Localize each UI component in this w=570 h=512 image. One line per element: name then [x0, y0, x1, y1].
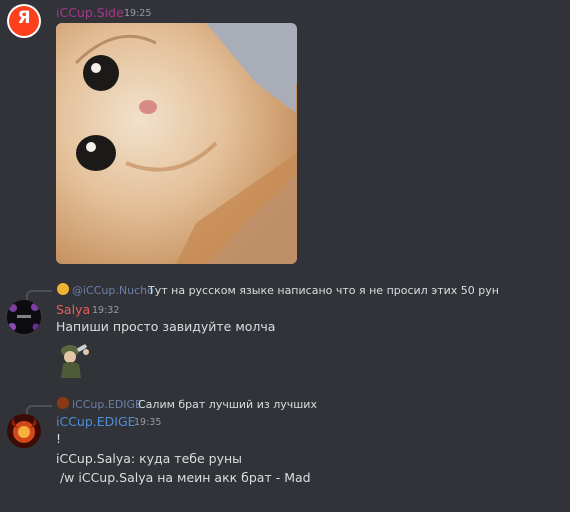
reply-avatar: [57, 397, 69, 409]
username[interactable]: iCCup.EDIGE: [56, 414, 136, 429]
reply-text[interactable]: Тут на русском языке написано что я не п…: [148, 284, 499, 297]
avatar[interactable]: [7, 300, 41, 334]
message-line: iCCup.Salya: куда тебе руны: [56, 451, 243, 466]
timestamp: 19:35: [134, 417, 162, 428]
cat-photo: [56, 23, 297, 264]
reply-mention[interactable]: iCCup.EDIGE: [72, 398, 142, 411]
username[interactable]: iCCup.Side: [56, 5, 124, 20]
username[interactable]: Salya: [56, 302, 90, 317]
message-text: Напиши просто завидуйте молча: [56, 319, 276, 334]
soldier-sticker-icon: [55, 338, 95, 378]
fire-avatar-icon: [7, 414, 41, 448]
image-attachment[interactable]: [56, 23, 297, 264]
flower-avatar-icon: [7, 300, 41, 334]
avatar[interactable]: [7, 414, 41, 448]
reply-connector: [26, 405, 52, 415]
message-line: /w iCCup.Salya на меин акк брат - Mad: [56, 470, 311, 485]
reply-mention[interactable]: @iCCup.Nucho: [72, 284, 154, 297]
reply-connector: [26, 290, 52, 300]
timestamp: 19:32: [92, 305, 120, 316]
timestamp: 19:25: [124, 8, 152, 19]
message-line: !: [56, 431, 62, 446]
reply-text[interactable]: Салим брат лучший из лучших: [138, 398, 317, 411]
avatar-letter: Я: [17, 8, 31, 28]
reply-avatar: [57, 283, 69, 295]
sticker[interactable]: [55, 338, 95, 378]
avatar[interactable]: Я: [7, 4, 41, 38]
